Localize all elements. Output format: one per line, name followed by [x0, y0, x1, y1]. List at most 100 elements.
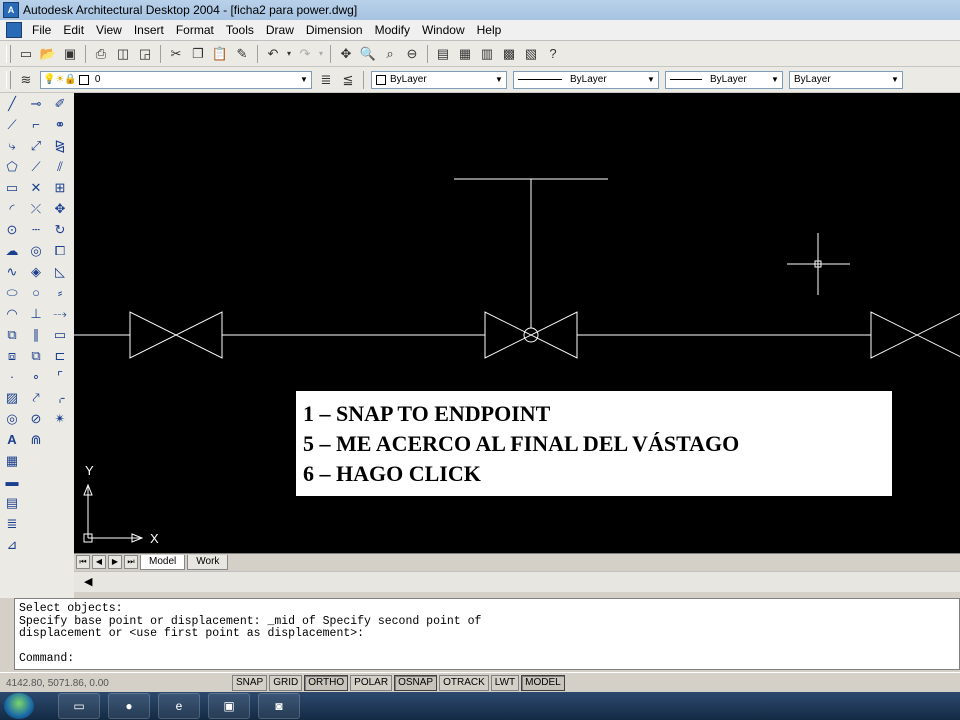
otrack-toggle[interactable]: OTRACK — [439, 675, 489, 691]
prev-tab-icon[interactable]: ◀ — [92, 555, 106, 569]
chevron-down-icon[interactable]: ▼ — [644, 75, 658, 84]
zoom-window-icon[interactable]: ⌕ — [380, 44, 400, 64]
snap-intersection-icon[interactable]: ✕ — [26, 177, 46, 198]
chevron-down-icon[interactable]: ▼ — [297, 75, 311, 84]
snap-toggle[interactable]: SNAP — [232, 675, 268, 691]
lwt-toggle[interactable]: LWT — [490, 675, 520, 691]
start-button[interactable] — [4, 693, 34, 719]
snap-tangent-icon[interactable]: ○ — [26, 282, 46, 303]
menu-view[interactable]: View — [90, 23, 128, 37]
cut-icon[interactable]: ✂ — [166, 44, 186, 64]
print-icon[interactable]: ⎙ — [91, 44, 111, 64]
ortho-toggle[interactable]: ORTHO — [304, 675, 349, 691]
snap-extension-icon[interactable]: ┄ — [26, 219, 46, 240]
make-object-layer-current-icon[interactable]: ≣ — [316, 70, 336, 90]
undo-icon[interactable]: ↶ — [263, 44, 283, 64]
menu-edit[interactable]: Edit — [57, 23, 90, 37]
zoom-realtime-icon[interactable]: 🔍 — [358, 44, 378, 64]
redo-dropdown-icon[interactable]: ▾ — [317, 44, 325, 64]
temp-track-icon[interactable]: ⊸ — [26, 93, 46, 114]
point-icon[interactable]: · — [2, 366, 22, 387]
revision-cloud-icon[interactable]: ☁ — [2, 240, 22, 261]
layer-manager-icon[interactable]: ≋ — [16, 70, 36, 90]
chevron-down-icon[interactable]: ▼ — [492, 75, 506, 84]
help-icon[interactable]: ? — [543, 44, 563, 64]
menu-help[interactable]: Help — [471, 23, 508, 37]
insert-block-icon[interactable]: ⧉ — [2, 324, 22, 345]
tab-model[interactable]: Model — [140, 554, 186, 570]
construction-line-icon[interactable]: ⟋ — [2, 114, 22, 135]
polygon-icon[interactable]: ⬠ — [2, 156, 22, 177]
dbconnect-icon[interactable]: ▩ — [499, 44, 519, 64]
menu-draw[interactable]: Draw — [260, 23, 300, 37]
rotate-icon[interactable]: ↻ — [50, 219, 70, 240]
chamfer-icon[interactable]: ⌜ — [50, 366, 70, 387]
chevron-down-icon[interactable]: ▼ — [888, 75, 902, 84]
osnap-toggle[interactable]: OSNAP — [394, 675, 438, 691]
ellipse-arc-icon[interactable]: ◠ — [2, 303, 22, 324]
scroll-left-icon[interactable]: ◀ — [84, 575, 92, 588]
osnap-settings-icon[interactable]: ⋒ — [26, 429, 46, 450]
extend-icon[interactable]: ⤏ — [50, 303, 70, 324]
copy-object-icon[interactable]: ⚭ — [50, 114, 70, 135]
first-tab-icon[interactable]: ⏮ — [76, 555, 90, 569]
ellipse-icon[interactable]: ⬭ — [2, 282, 22, 303]
distance-icon[interactable]: ⊿ — [2, 534, 22, 555]
command-window[interactable]: Select objects: Specify base point or di… — [14, 598, 960, 670]
media-taskbar-icon[interactable]: ● — [108, 693, 150, 719]
menu-dimension[interactable]: Dimension — [300, 23, 369, 37]
model-toggle[interactable]: MODEL — [521, 675, 565, 691]
snap-center-icon[interactable]: ◎ — [26, 240, 46, 261]
menu-tools[interactable]: Tools — [220, 23, 260, 37]
list-icon[interactable]: ≣ — [2, 513, 22, 534]
design-center-icon[interactable]: ▦ — [455, 44, 475, 64]
pan-icon[interactable]: ✥ — [336, 44, 356, 64]
app-icon[interactable]: A — [3, 2, 19, 18]
copy-icon[interactable]: ❐ — [188, 44, 208, 64]
horizontal-scrollbar[interactable]: ◀ — [74, 571, 960, 592]
explode-icon[interactable]: ✴ — [50, 408, 70, 429]
menu-window[interactable]: Window — [416, 23, 471, 37]
snap-from-icon[interactable]: ⌐ — [26, 114, 46, 135]
autocad-taskbar-icon[interactable]: ▣ — [208, 693, 250, 719]
spline-icon[interactable]: ∿ — [2, 261, 22, 282]
menu-modify[interactable]: Modify — [369, 23, 416, 37]
text-style-icon[interactable]: ▬ — [2, 471, 22, 492]
offset-icon[interactable]: ⫽ — [50, 156, 70, 177]
polyline-icon[interactable]: ⤷ — [2, 135, 22, 156]
undo-dropdown-icon[interactable]: ▾ — [285, 44, 293, 64]
circle-icon[interactable]: ⊙ — [2, 219, 22, 240]
menu-insert[interactable]: Insert — [128, 23, 170, 37]
redo-icon[interactable]: ↷ — [295, 44, 315, 64]
move-icon[interactable]: ✥ — [50, 198, 70, 219]
rectangle-icon[interactable]: ▭ — [2, 177, 22, 198]
snap-endpoint-icon[interactable]: ⤢ — [26, 135, 46, 156]
color-dropdown[interactable]: ByLayer ▼ — [371, 70, 507, 89]
toolbar-grip[interactable] — [6, 44, 11, 63]
line-icon[interactable]: ╱ — [2, 93, 22, 114]
snap-quadrant-icon[interactable]: ◈ — [26, 261, 46, 282]
grid-toggle[interactable]: GRID — [269, 675, 303, 691]
make-block-icon[interactable]: ⧈ — [2, 345, 22, 366]
table-icon[interactable]: ▦ — [2, 450, 22, 471]
tool-palettes-icon[interactable]: ▥ — [477, 44, 497, 64]
save-icon[interactable]: ▣ — [60, 44, 80, 64]
lineweight-dropdown[interactable]: ByLayer ▼ — [665, 70, 783, 89]
snap-insert-icon[interactable]: ⧉ — [26, 345, 46, 366]
zoom-previous-icon[interactable]: ⊖ — [402, 44, 422, 64]
stretch-icon[interactable]: ◺ — [50, 261, 70, 282]
command-prompt[interactable]: Command: — [19, 652, 959, 666]
ie-taskbar-icon[interactable]: e — [158, 693, 200, 719]
erase-icon[interactable]: ✐ — [50, 93, 70, 114]
mirror-icon[interactable]: ⧎ — [50, 135, 70, 156]
match-properties-icon[interactable]: ✎ — [232, 44, 252, 64]
menu-file[interactable]: File — [26, 23, 57, 37]
new-file-icon[interactable]: ▭ — [16, 44, 36, 64]
snap-nearest-icon[interactable]: ⤤ — [26, 387, 46, 408]
snap-midpoint-icon[interactable]: ⟋ — [26, 156, 46, 177]
array-icon[interactable]: ⊞ — [50, 177, 70, 198]
break-at-point-icon[interactable]: ▭ — [50, 324, 70, 345]
plotstyle-dropdown[interactable]: ByLayer ▼ — [789, 70, 903, 89]
scale-icon[interactable]: ⧠ — [50, 240, 70, 261]
arc-icon[interactable]: ◜ — [2, 198, 22, 219]
